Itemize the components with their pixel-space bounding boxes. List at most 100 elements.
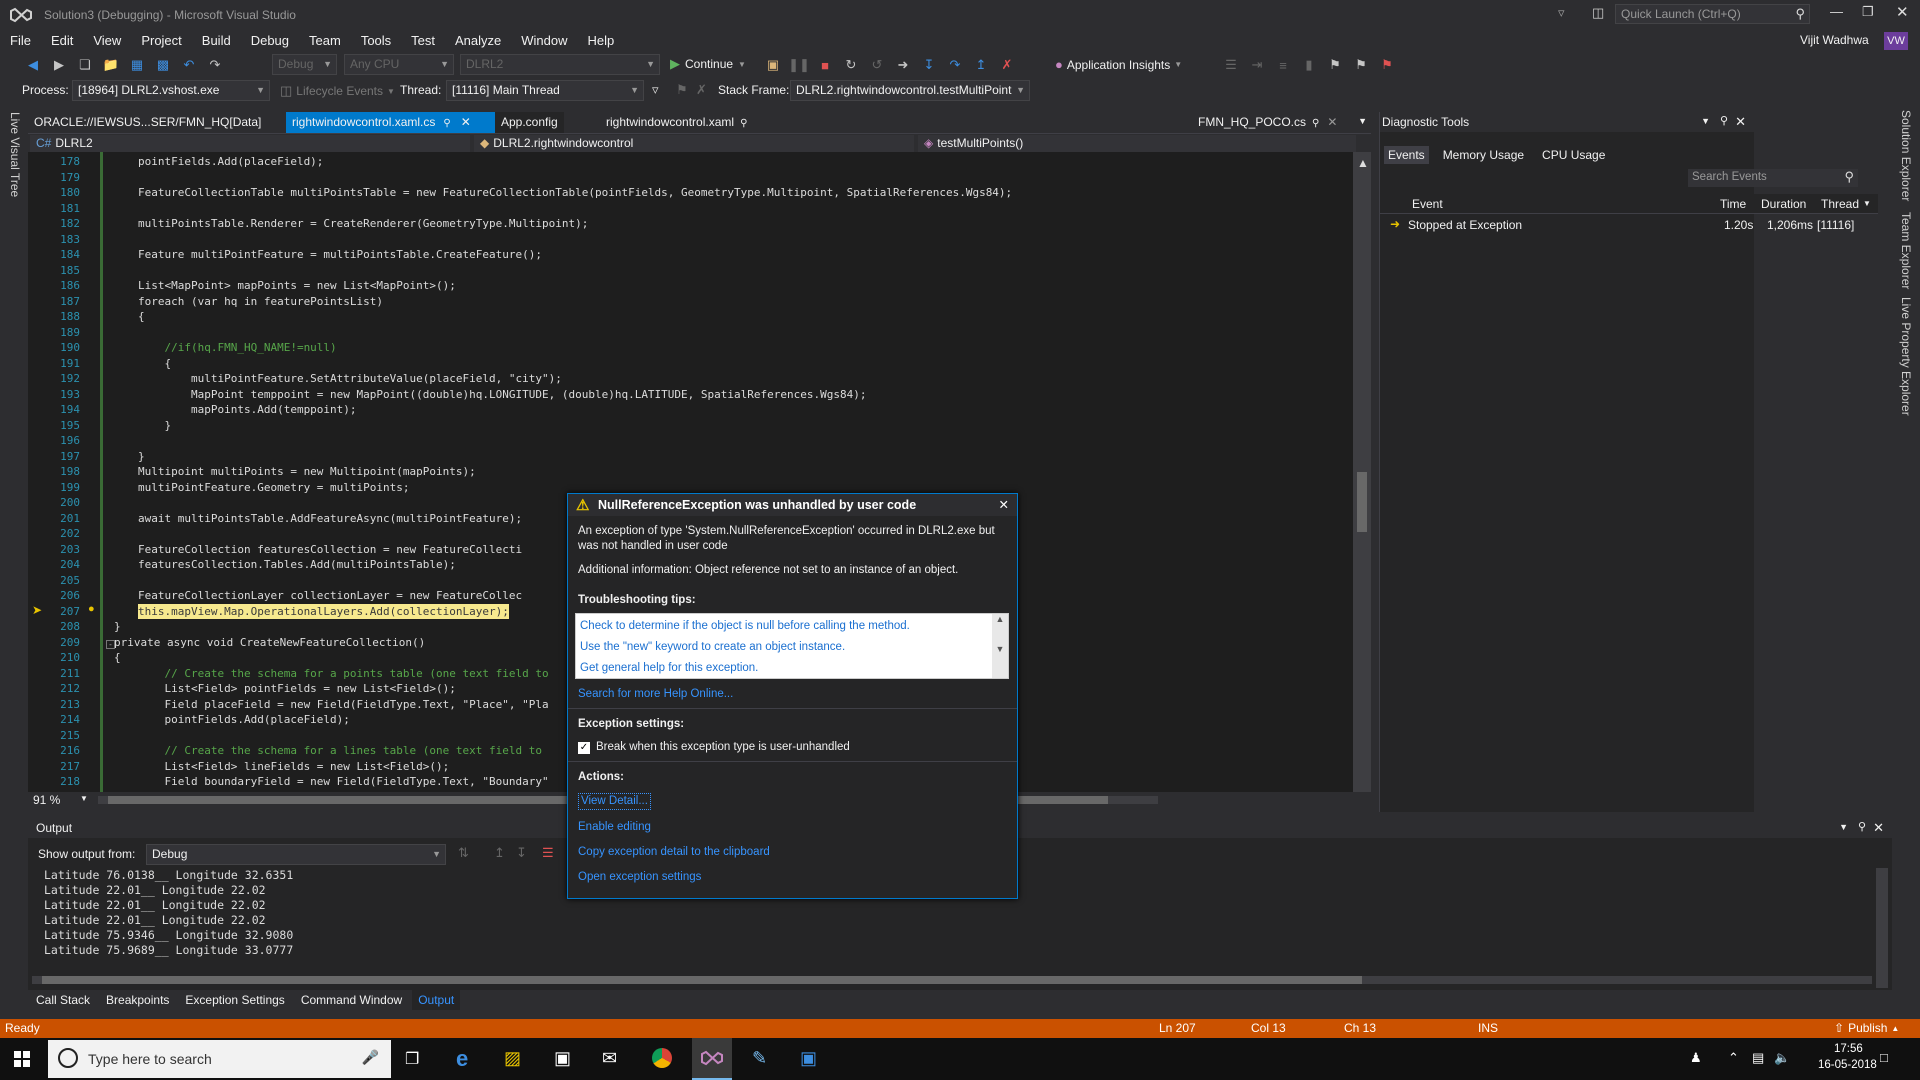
- pin-icon[interactable]: ⚲: [443, 118, 450, 129]
- continue-button[interactable]: ▶ Continue ▼: [670, 56, 746, 72]
- filter-thread-icon[interactable]: ▿: [652, 82, 659, 98]
- tab-output[interactable]: Output: [412, 990, 461, 1010]
- store-icon[interactable]: ▣: [554, 1048, 571, 1069]
- notifications-icon[interactable]: □: [1880, 1050, 1888, 1065]
- code-line[interactable]: foreach (var hq in featurePointsList): [138, 294, 383, 310]
- code-line[interactable]: Feature multiPointFeature = multiPointsT…: [138, 247, 542, 263]
- configuration-dropdown[interactable]: Debug ▼: [272, 54, 337, 75]
- search-icon[interactable]: ⚲: [1795, 6, 1805, 22]
- process-dropdown[interactable]: [18964] DLRL2.vshost.exe ▼: [72, 80, 270, 101]
- platform-dropdown[interactable]: Any CPU ▼: [344, 54, 454, 75]
- step-out-icon[interactable]: ↥: [970, 54, 992, 76]
- team-explorer-tab[interactable]: Team Explorer: [1899, 212, 1913, 289]
- troubleshooting-tip-link[interactable]: Get general help for this exception.: [580, 658, 1004, 679]
- bookmark-icon[interactable]: ▮: [1298, 54, 1320, 76]
- code-line[interactable]: }: [138, 418, 171, 434]
- col-duration[interactable]: Duration: [1761, 197, 1806, 211]
- search-events-input[interactable]: Search Events ⚲: [1688, 169, 1858, 187]
- lifecycle-events-button[interactable]: ◫ Lifecycle Events ▼: [280, 83, 395, 99]
- code-line[interactable]: multiPointFeature.Geometry = multiPoints…: [138, 480, 410, 496]
- tab-app-config[interactable]: App.config: [495, 112, 564, 133]
- editor-vertical-scrollbar[interactable]: ▲: [1353, 152, 1371, 792]
- col-thread[interactable]: Thread: [1821, 197, 1859, 211]
- action-link-1[interactable]: Enable editing: [578, 820, 1017, 835]
- menu-item-file[interactable]: File: [0, 30, 41, 52]
- indent-icon[interactable]: ⇥: [1246, 54, 1268, 76]
- solution-explorer-tab[interactable]: Solution Explorer: [1899, 110, 1913, 201]
- close-icon[interactable]: ✕: [461, 115, 471, 129]
- volume-icon[interactable]: 🔈: [1774, 1050, 1790, 1066]
- avatar[interactable]: VW: [1884, 32, 1908, 50]
- notepad-icon[interactable]: ✎: [752, 1048, 767, 1069]
- code-line[interactable]: Field boundaryField = new Field(FieldTyp…: [138, 774, 548, 790]
- action-link-3[interactable]: Open exception settings: [578, 870, 1017, 885]
- class-nav-dropdown[interactable]: ◆ DLRL2.rightwindowcontrol: [474, 135, 914, 152]
- code-line[interactable]: FeatureCollectionTable multiPointsTable …: [138, 185, 1012, 201]
- tips-scrollbar[interactable]: ▲ ▼: [992, 614, 1008, 678]
- tab-fmn-hq-poco[interactable]: FMN_HQ_POCO.cs ⚲ ✕: [1192, 112, 1343, 133]
- project-nav-dropdown[interactable]: C# DLRL2: [30, 135, 470, 152]
- flag-all-icon[interactable]: ✗: [696, 82, 707, 98]
- output-text[interactable]: Latitude 76.0138__ Longitude 32.6351 Lati…: [44, 868, 293, 958]
- chevron-down-icon[interactable]: ▼: [1863, 199, 1871, 208]
- menu-item-project[interactable]: Project: [131, 30, 191, 52]
- code-line[interactable]: MapPoint temppoint = new MapPoint((doubl…: [138, 387, 867, 403]
- code-line[interactable]: {: [114, 650, 121, 666]
- tab-cpu-usage[interactable]: CPU Usage: [1538, 146, 1609, 164]
- browser-link-icon[interactable]: ▣: [762, 54, 784, 76]
- code-line[interactable]: pointFields.Add(placeField);: [138, 154, 323, 170]
- redo-icon[interactable]: ↷: [204, 54, 226, 76]
- application-insights-button[interactable]: ● Application Insights ▼: [1055, 57, 1182, 72]
- break-checkbox[interactable]: ✓: [578, 741, 590, 754]
- tab-breakpoints[interactable]: Breakpoints: [100, 990, 175, 1010]
- back-icon[interactable]: ◀: [22, 54, 44, 76]
- code-line[interactable]: {: [138, 309, 145, 325]
- comment-icon[interactable]: ≡: [1272, 54, 1294, 76]
- step-over-icon[interactable]: ↷: [944, 54, 966, 76]
- user-name[interactable]: Vijit Wadhwa: [1800, 33, 1869, 47]
- code-line[interactable]: pointFields.Add(placeField);: [138, 712, 349, 728]
- code-line[interactable]: }: [138, 449, 145, 465]
- pin-icon[interactable]: ⚲: [1720, 114, 1728, 127]
- horizontal-scroll-thumb[interactable]: [42, 976, 1362, 984]
- live-visual-tree-tab[interactable]: Live Visual Tree: [8, 112, 22, 197]
- close-button[interactable]: ✕: [1896, 3, 1909, 21]
- code-line[interactable]: {: [138, 356, 171, 372]
- clock-time[interactable]: 17:56: [1834, 1043, 1863, 1055]
- microphone-icon[interactable]: 🎤: [362, 1049, 379, 1066]
- forward-icon[interactable]: ▶: [48, 54, 70, 76]
- tab-memory-usage[interactable]: Memory Usage: [1439, 146, 1528, 164]
- clear-all-icon[interactable]: ☰: [542, 845, 554, 861]
- action-link-2[interactable]: Copy exception detail to the clipboard: [578, 845, 1017, 860]
- close-icon[interactable]: ✕: [1327, 115, 1337, 129]
- code-line[interactable]: // Create the schema for a points table …: [138, 666, 548, 682]
- action-link-0[interactable]: View Detail...: [578, 793, 651, 810]
- feedback-icon[interactable]: ◫: [1592, 5, 1604, 21]
- code-line[interactable]: mapPoints.Add(temppoint);: [138, 402, 357, 418]
- tab-exception-settings[interactable]: Exception Settings: [179, 990, 290, 1010]
- windows-start-icon[interactable]: [14, 1051, 30, 1067]
- tab-rightwindowcontrol-cs[interactable]: rightwindowcontrol.xaml.cs ⚲ ✕: [286, 112, 521, 133]
- stack-frame-dropdown[interactable]: DLRL2.rightwindowcontrol.testMultiPoint ▼: [790, 80, 1030, 101]
- member-nav-dropdown[interactable]: ◈ testMultiPoints(): [918, 135, 1356, 152]
- code-line[interactable]: multiPointsTable.Renderer = CreateRender…: [138, 216, 588, 232]
- live-property-explorer-tab[interactable]: Live Property Explorer: [1899, 297, 1913, 416]
- output-vertical-scrollbar[interactable]: [1876, 868, 1888, 988]
- task-view-icon[interactable]: ❐: [405, 1049, 419, 1069]
- undo-icon[interactable]: ↶: [178, 54, 200, 76]
- stop-icon[interactable]: ■: [814, 54, 836, 76]
- save-all-icon[interactable]: ▩: [152, 54, 174, 76]
- code-line[interactable]: FeatureCollection featuresCollection = n…: [138, 542, 522, 558]
- menu-item-view[interactable]: View: [83, 30, 131, 52]
- troubleshooting-tip-link[interactable]: Check to determine if the object is null…: [580, 616, 1004, 637]
- chrome-icon[interactable]: [652, 1048, 672, 1068]
- pause-icon[interactable]: ❚❚: [788, 54, 810, 76]
- quick-launch-input[interactable]: Quick Launch (Ctrl+Q) ⚲: [1615, 4, 1810, 24]
- code-line[interactable]: //if(hq.FMN_HQ_NAME!=null): [138, 340, 336, 356]
- chevron-down-icon[interactable]: ▼: [80, 794, 88, 803]
- tab-command-window[interactable]: Command Window: [295, 990, 408, 1010]
- next-message-icon[interactable]: ↧: [516, 845, 527, 861]
- tray-chevron-icon[interactable]: ⌃: [1728, 1050, 1739, 1066]
- save-icon[interactable]: ▦: [126, 54, 148, 76]
- tab-overflow-icon[interactable]: ▼: [1358, 116, 1367, 126]
